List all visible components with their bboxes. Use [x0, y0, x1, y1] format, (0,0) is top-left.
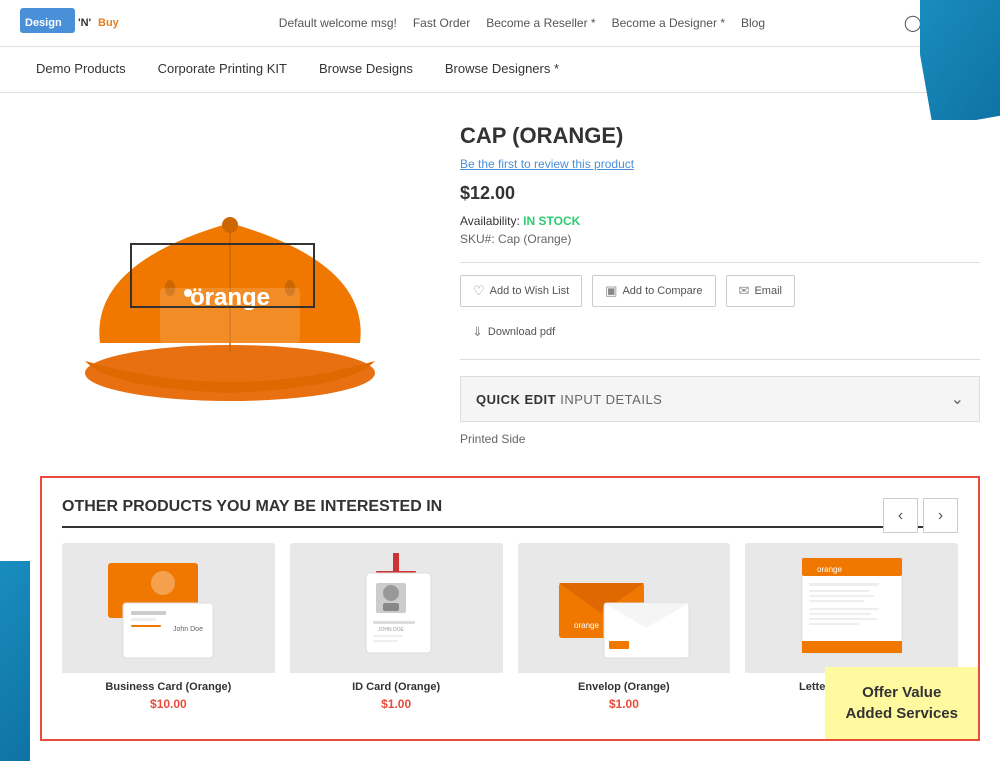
wishlist-button[interactable]: ♡ Add to Wish List — [460, 275, 582, 307]
quick-edit-label: QUICK EDIT INPUT DETAILS — [476, 392, 662, 407]
product-image-section: örange orange — [40, 123, 420, 446]
product-image-wrapper: örange orange — [40, 123, 420, 443]
compare-button[interactable]: ▣ Add to Compare — [592, 275, 715, 307]
quick-edit-sub: INPUT DETAILS — [560, 392, 662, 407]
blue-corner-bottom-decoration — [0, 561, 30, 761]
product-card-img-0: orange John Doe — [62, 543, 275, 673]
logo-svg: Design 'N' Buy — [20, 8, 140, 38]
svg-text:orange: orange — [574, 621, 599, 630]
download-pdf-button[interactable]: ⇓ Download pdf — [460, 317, 567, 347]
printed-side-label: Printed Side — [460, 432, 980, 446]
blue-corner-top-decoration — [920, 0, 1000, 120]
top-bar: Design 'N' Buy Default welcome msg! Fast… — [0, 0, 1000, 47]
prev-arrow-button[interactable]: ‹ — [883, 498, 918, 533]
fast-order-link[interactable]: Fast Order — [413, 16, 470, 30]
svg-text:JOHN DOE: JOHN DOE — [378, 627, 405, 633]
product-card-price-0: $10.00 — [70, 697, 267, 711]
availability-label: Availability: — [460, 214, 520, 228]
heart-icon: ♡ — [473, 283, 485, 299]
email-button[interactable]: ✉ Email — [726, 275, 795, 307]
offer-badge-line2: Added Services — [845, 705, 958, 722]
main-content: örange orange CAP (ORANGE) Be the first … — [0, 93, 1000, 466]
product-details: CAP (ORANGE) Be the first to review this… — [460, 123, 980, 446]
product-card-img-2: orange — [518, 543, 731, 673]
download-icon: ⇓ — [472, 324, 483, 340]
product-card-price-1: $1.00 — [298, 697, 495, 711]
related-product-0[interactable]: orange John Doe Business Card (Orange) $… — [62, 543, 275, 719]
nav-demo-products[interactable]: Demo Products — [20, 47, 142, 92]
svg-text:orange: orange — [817, 565, 842, 574]
availability-row: Availability: IN STOCK — [460, 214, 980, 228]
sku-value: Cap (Orange) — [498, 232, 571, 246]
related-section-title: OTHER PRODUCTS YOU MAY BE INTERESTED IN — [62, 498, 958, 528]
availability-value: IN STOCK — [523, 214, 580, 228]
offer-badge-line1: Offer Value — [862, 684, 941, 701]
welcome-msg: Default welcome msg! — [279, 16, 397, 30]
review-link[interactable]: Be the first to review this product — [460, 157, 980, 171]
compare-icon: ▣ — [605, 283, 617, 299]
chevron-down-icon: ⌄ — [951, 389, 964, 409]
nav-bar: Demo Products Corporate Printing KIT Bro… — [0, 47, 1000, 93]
top-links: Default welcome msg! Fast Order Become a… — [279, 16, 765, 30]
related-product-2[interactable]: orange Envelop (Orange) $1.00 — [518, 543, 731, 719]
page-wrapper: Design 'N' Buy Default welcome msg! Fast… — [0, 0, 1000, 761]
product-card-price-2: $1.00 — [526, 697, 723, 711]
product-card-img-1: JOHN DOE — [290, 543, 503, 673]
product-card-img-3: orange — [745, 543, 958, 673]
related-nav-arrows: ‹ › — [883, 498, 958, 533]
product-card-name-0: Business Card (Orange) — [70, 681, 267, 693]
blog-link[interactable]: Blog — [741, 16, 765, 30]
reseller-link[interactable]: Become a Reseller * — [486, 16, 595, 30]
offer-badge: Offer Value Added Services — [825, 667, 978, 739]
next-arrow-button[interactable]: › — [923, 498, 958, 533]
related-product-1[interactable]: JOHN DOE ID Card (Orange) $1.00 — [290, 543, 503, 719]
letterhead-img: orange — [777, 553, 927, 663]
svg-text:John Doe: John Doe — [173, 626, 203, 633]
product-image: örange orange — [70, 143, 390, 423]
divider-2 — [460, 359, 980, 360]
id-card-img: JOHN DOE — [321, 553, 471, 663]
nav-browse-designs[interactable]: Browse Designs — [303, 47, 429, 92]
email-icon: ✉ — [739, 283, 750, 299]
svg-text:'N': 'N' — [78, 17, 92, 29]
business-card-img: orange John Doe — [93, 553, 243, 663]
related-products-section: OTHER PRODUCTS YOU MAY BE INTERESTED IN … — [40, 476, 980, 741]
sku-row: SKU#: Cap (Orange) — [460, 232, 980, 246]
logo: Design 'N' Buy — [20, 8, 140, 38]
sku-label: SKU#: — [460, 232, 495, 246]
related-products-list: orange John Doe Business Card (Orange) $… — [62, 543, 958, 719]
product-card-info-1: ID Card (Orange) $1.00 — [290, 673, 503, 719]
envelope-img: orange — [549, 553, 699, 663]
product-card-info-2: Envelop (Orange) $1.00 — [518, 673, 731, 719]
svg-text:Design: Design — [25, 17, 62, 29]
product-title: CAP (ORANGE) — [460, 123, 980, 149]
quick-edit-bar[interactable]: QUICK EDIT INPUT DETAILS ⌄ — [460, 376, 980, 422]
nav-browse-designers[interactable]: Browse Designers * — [429, 47, 575, 92]
product-card-name-2: Envelop (Orange) — [526, 681, 723, 693]
action-buttons: ♡ Add to Wish List ▣ Add to Compare ✉ Em… — [460, 275, 980, 307]
product-card-info-0: Business Card (Orange) $10.00 — [62, 673, 275, 719]
product-card-name-1: ID Card (Orange) — [298, 681, 495, 693]
svg-text:orange: orange — [190, 284, 270, 311]
svg-text:Buy: Buy — [98, 17, 120, 29]
designer-link[interactable]: Become a Designer * — [612, 16, 725, 30]
product-price: $12.00 — [460, 183, 980, 204]
nav-corporate-printing[interactable]: Corporate Printing KIT — [142, 47, 303, 92]
divider-1 — [460, 262, 980, 263]
